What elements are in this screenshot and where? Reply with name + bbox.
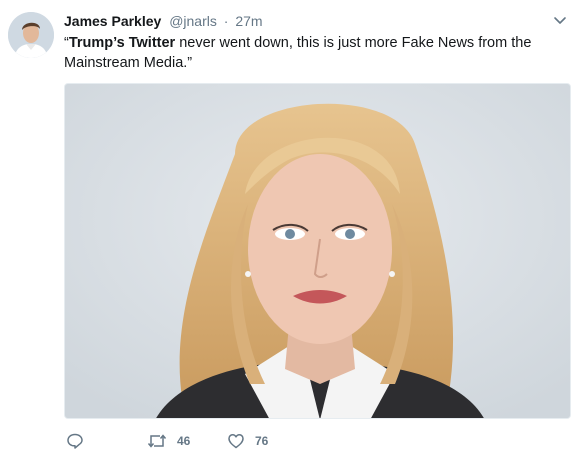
author-name[interactable]: James Parkley xyxy=(64,13,161,29)
like-button[interactable]: 76 xyxy=(227,430,268,452)
heart-icon xyxy=(227,432,245,450)
retweet-button[interactable]: 46 xyxy=(147,430,190,452)
chevron-down-icon[interactable] xyxy=(552,12,568,28)
timestamp[interactable]: 27m xyxy=(235,13,262,29)
reply-button[interactable] xyxy=(66,430,84,452)
like-count: 76 xyxy=(255,434,269,448)
reply-icon xyxy=(66,432,84,450)
separator-dot: · xyxy=(223,13,229,29)
tweet-text: “Trump’s Twitter never went down, this i… xyxy=(64,33,564,73)
tweet: James Parkley @jnarls · 27m “Trump’s Twi… xyxy=(0,0,580,460)
retweet-icon xyxy=(147,432,167,450)
author-handle[interactable]: @jnarls xyxy=(169,13,217,29)
tweet-actions: 46 76 xyxy=(64,430,484,452)
avatar[interactable] xyxy=(8,12,54,58)
tweet-photo[interactable] xyxy=(64,83,571,419)
tweet-text-bold: Trump’s Twitter xyxy=(68,35,176,51)
tweet-header: James Parkley @jnarls · 27m xyxy=(64,12,263,30)
retweet-count: 46 xyxy=(177,434,191,448)
